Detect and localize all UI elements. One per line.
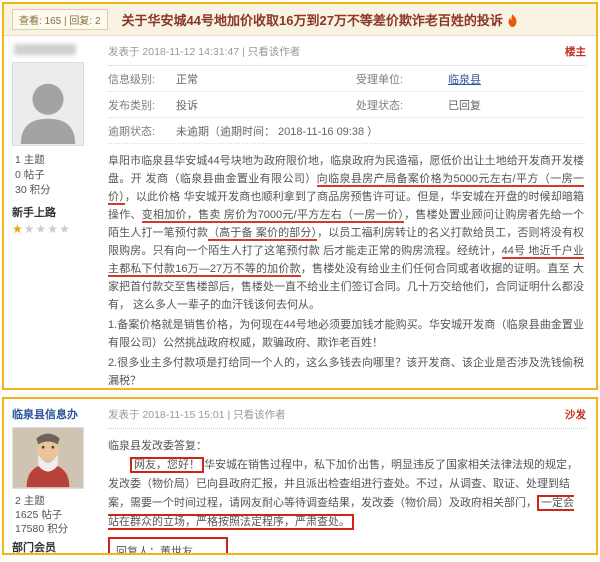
info-row: 发布类别: 投诉 处理状态: 已回复 [108,92,586,118]
complaint-info-table: 信息级别: 正常 受理单位: 临泉县 发布类别: 投诉 处理状态: 已回复 逾期… [108,66,586,144]
view-author-link[interactable]: 只看该作者 [248,46,301,58]
thread-header: 查看: 165 | 回复: 2 关于华安城44号地加价收取16万到27万不等差价… [4,4,596,36]
user-rank-stars: ★★★★★ [12,222,92,236]
official-username-link[interactable]: 临泉县信息办 [12,406,92,422]
star-icon: ★ [12,222,24,236]
star-icon: ★ [47,222,59,236]
username-redacted [14,44,76,55]
complaint-body: 阜阳市临泉县华安城44号块地为政府限价地，临泉政府为民造福，愿低价出让土地给开发… [108,144,586,390]
post-2: 临泉县信息办 2 主题 1625 帖子 17580 积分 部门会员 ★★★★★ [2,397,598,555]
red-underlined-text: 变相加价，售卖 房价为7000元/平方左右（一房一价） [142,209,404,223]
official-reply: 临泉县发改委答复： 网友，您好！华安城在销售过程中，私下加价出售，明显违反了国家… [108,429,586,555]
reply-paragraph: 网友，您好！华安城在销售过程中，私下加价出售，明显违反了国家相关法律法规的规定，… [108,456,584,532]
complaint-item: 1.备案价格就是销售价格，为何现在44号地必须要加钱才能购买。华安城开发商（临泉… [108,316,584,352]
stats-separator: | [64,16,67,27]
post1-meta: 发表于 2018-11-12 14:31:47 | 只看该作者 楼主 [108,36,586,66]
star-icon: ★ [24,222,36,236]
thread-title: 关于华安城44号地加价收取16万到27万不等差价欺诈老百姓的投诉 [122,10,518,30]
hot-flame-icon [507,14,518,30]
post2-meta: 发表于 2018-11-15 15:01 | 只看该作者 沙发 [108,399,586,429]
user-posts: 1625 帖子 [15,508,92,522]
info-row: 逾期状态: 未逾期（逾期时间： 2018-11-16 09:38 ） [108,118,586,144]
info-row: 信息级别: 正常 受理单位: 临泉县 [108,66,586,92]
person-silhouette-icon [13,75,83,145]
user-rank: 新手上路 [12,204,92,220]
user-topics: 2 主题 [15,494,92,508]
post-time: 发表于 2018-11-12 14:31:47 [108,46,239,58]
post1-avatar[interactable] [12,62,84,146]
user-rank: 部门会员 [12,539,92,555]
post-1: 查看: 165 | 回复: 2 关于华安城44号地加价收取16万到27万不等差价… [2,2,598,390]
post2-avatar[interactable] [12,427,84,489]
red-boxed-text: 网友，您好！ [130,457,204,473]
reply-heading: 临泉县发改委答复： [108,437,584,456]
user-credits: 30 积分 [15,183,92,198]
replies-count: 回复: 2 [69,16,100,27]
reply-contact-box: 回复人：董世友 办公电话：6583892 [108,537,228,555]
post-time: 发表于 2018-11-15 15:01 [108,409,225,421]
user-credits: 17580 积分 [15,522,92,536]
red-underlined-text: （高于备 案价的部分） [208,227,317,241]
thread-stats: 查看: 165 | 回复: 2 [12,9,108,30]
post2-user-panel: 临泉县信息办 2 主题 1625 帖子 17580 积分 部门会员 ★★★★★ [4,399,98,553]
user-topics: 1 主题 [15,153,92,168]
view-author-link[interactable]: 只看该作者 [233,409,286,421]
replier-name: 回复人：董世友 [116,542,214,555]
complaint-item: 2.很多业主多付款项是打给同一个人的，这么多钱去向哪里？该开发商、该企业是否涉及… [108,354,584,390]
complaint-paragraph: 阜阳市临泉县华安城44号块地为政府限价地，临泉政府为民造福，愿低价出让土地给开发… [108,152,584,314]
star-icon: ★ [36,222,48,236]
user-posts: 0 帖子 [15,168,92,183]
floor-badge-louzhu: 楼主 [565,44,586,59]
accepting-unit-link[interactable]: 临泉县 [448,71,481,87]
old-man-portrait-icon [13,427,83,488]
star-icon: ★ [59,222,71,236]
post1-user-panel: 1 主题 0 帖子 30 积分 新手上路 ★★★★★ [4,36,98,390]
views-count: 查看: 165 [19,16,61,27]
floor-badge-shafa: 沙发 [565,407,586,422]
